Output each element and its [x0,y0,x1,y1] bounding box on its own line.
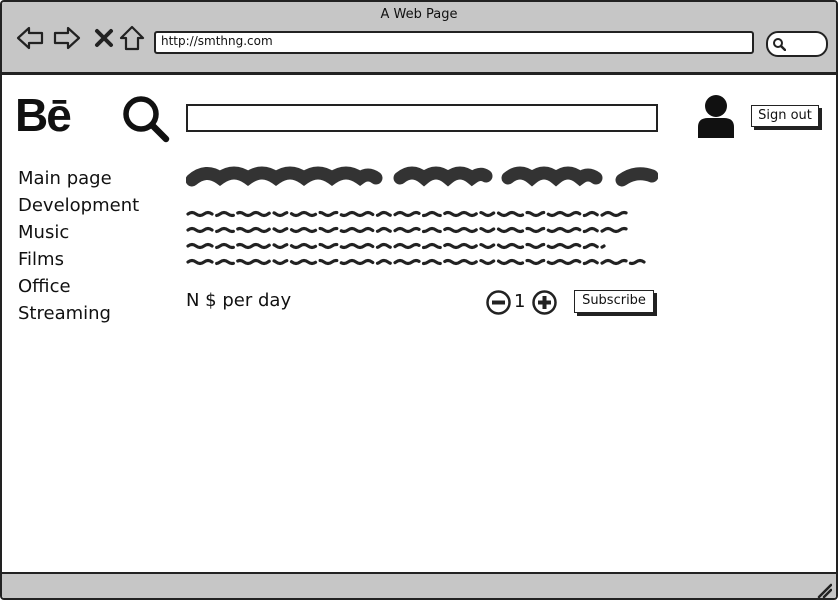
subscribe-button[interactable]: Subscribe [574,290,654,313]
behance-logo[interactable]: Bē [15,88,72,142]
sidebar-item-films[interactable]: Films [18,246,139,273]
url-bar[interactable]: http://smthng.com [154,31,754,54]
user-icon[interactable] [696,94,736,138]
browser-window: A Web Page http://smthng.com Bē Sign out… [0,0,838,600]
price-label: N $ per day [186,290,292,311]
url-text: http://smthng.com [161,34,273,48]
minus-circle-icon[interactable] [486,290,511,315]
paragraph-scribble [186,210,646,266]
plus-circle-icon[interactable] [532,290,557,315]
quantity-value: 1 [514,291,526,312]
browser-chrome: A Web Page http://smthng.com [2,2,836,75]
sidebar-item-music[interactable]: Music [18,219,139,246]
close-icon[interactable] [91,24,119,52]
search-icon[interactable] [120,94,172,144]
search-input[interactable] [186,104,658,132]
window-title: A Web Page [380,7,458,22]
browser-search-field[interactable] [766,31,828,57]
search-icon [773,38,786,51]
sign-out-button[interactable]: Sign out [751,105,819,127]
sidebar-nav: Main page Development Music Films Office… [18,165,139,327]
sidebar-item-streaming[interactable]: Streaming [18,300,139,327]
sidebar-item-development[interactable]: Development [18,192,139,219]
sidebar-item-office[interactable]: Office [18,273,139,300]
heading-scribble [186,166,658,187]
back-arrow-icon[interactable] [16,24,44,52]
resize-grip-icon[interactable] [816,582,832,598]
status-bar [2,572,836,598]
sidebar-item-main-page[interactable]: Main page [18,165,139,192]
home-icon[interactable] [118,24,146,52]
forward-arrow-icon[interactable] [53,24,81,52]
